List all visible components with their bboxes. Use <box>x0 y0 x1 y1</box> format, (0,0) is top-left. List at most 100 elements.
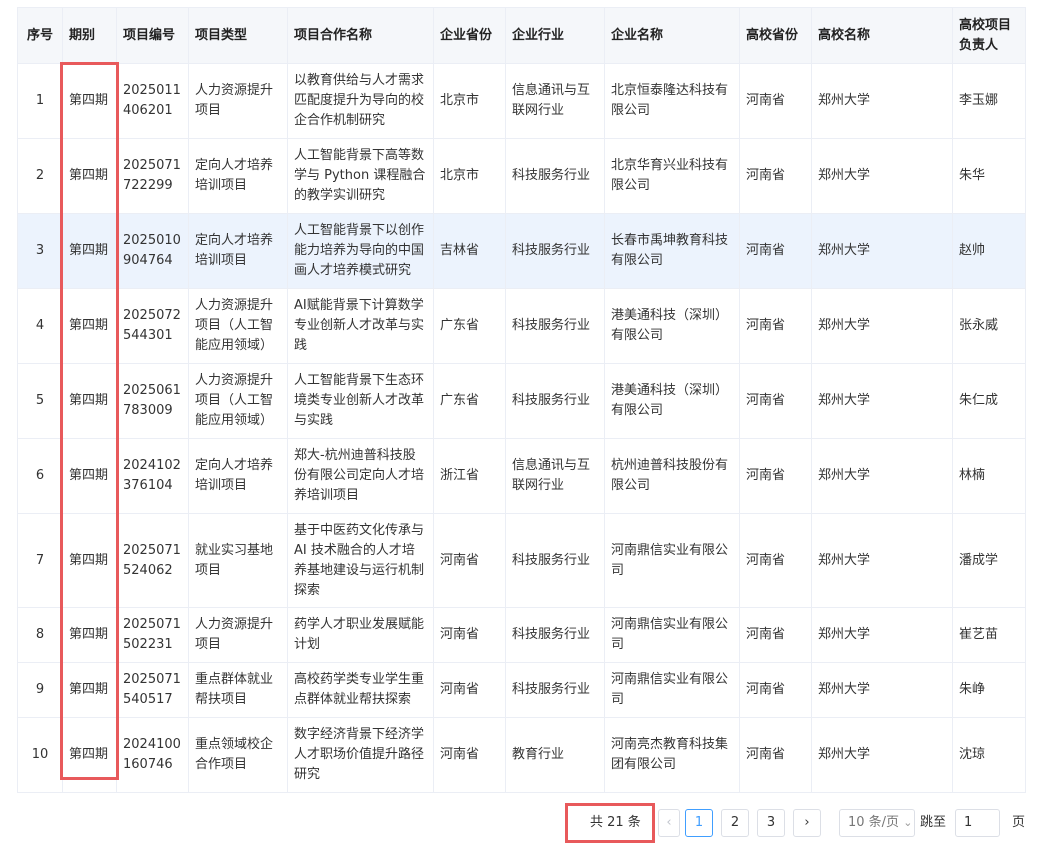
cell-enterprise-industry: 科技服务行业 <box>505 363 605 439</box>
cell-project-code: 2025010904764 <box>116 213 189 289</box>
header-code[interactable]: 项目编号 <box>116 7 189 64</box>
table-row[interactable]: 7 第四期 2025071524062 就业实习基地项目 基于中医药文化传承与 AI 技… <box>17 513 1026 608</box>
cell-project-lead: 朱仁成 <box>952 363 1026 439</box>
prev-page-button[interactable]: ‹ <box>658 809 680 837</box>
cell-project-type: 定向人才培养培训项目 <box>188 438 288 514</box>
cell-no: 6 <box>17 438 63 514</box>
cell-university-province: 河南省 <box>739 138 812 214</box>
cell-university-province: 河南省 <box>739 438 812 514</box>
cell-no: 5 <box>17 363 63 439</box>
jump-page-input[interactable]: 1 <box>955 809 1000 837</box>
pagination: 共 21 条 ‹ 1 2 3 › 10 条/页 ⌄ 跳至 1 页 <box>0 803 1045 843</box>
cell-enterprise-province: 浙江省 <box>433 438 506 514</box>
cell-university-province: 河南省 <box>739 288 812 364</box>
cell-project-code: 2025072544301 <box>116 288 189 364</box>
cell-enterprise-name: 杭州迪普科技股份有限公司 <box>604 438 740 514</box>
page-2-button[interactable]: 2 <box>721 809 749 837</box>
cell-project-lead: 张永威 <box>952 288 1026 364</box>
cell-university-name: 郑州大学 <box>811 438 953 514</box>
cell-enterprise-province: 吉林省 <box>433 213 506 289</box>
cell-project-lead: 潘成学 <box>952 513 1026 608</box>
cell-enterprise-province: 河南省 <box>433 717 506 793</box>
table-row[interactable]: 4 第四期 2025072544301 人力资源提升项目（人工智能应用领域） AI赋能背… <box>17 288 1026 364</box>
cell-no: 4 <box>17 288 63 364</box>
cell-university-province: 河南省 <box>739 213 812 289</box>
cell-enterprise-name: 河南鼎信实业有限公司 <box>604 607 740 663</box>
table-row[interactable]: 1 第四期 2025011406201 人力资源提升项目 以教育供给与人才需求匹配度提升… <box>17 63 1026 139</box>
cell-project-lead: 朱华 <box>952 138 1026 214</box>
header-university-province[interactable]: 高校省份 <box>739 7 812 64</box>
cell-university-name: 郑州大学 <box>811 363 953 439</box>
table-header-row: 序号 期别 项目编号 项目类型 项目合作名称 企业省份 企业行业 企业名称 高校… <box>17 7 1026 64</box>
next-page-button[interactable]: › <box>793 809 821 837</box>
cell-enterprise-province: 河南省 <box>433 607 506 663</box>
header-period[interactable]: 期别 <box>62 7 117 64</box>
table-row[interactable]: 3 第四期 2025010904764 定向人才培养培训项目 人工智能背景下以创作能力培… <box>17 213 1026 289</box>
cell-no: 7 <box>17 513 63 608</box>
table-row[interactable]: 6 第四期 2024102376104 定向人才培养培训项目 郑大-杭州迪普科技股份有限… <box>17 438 1026 514</box>
cell-no: 8 <box>17 607 63 663</box>
cell-period: 第四期 <box>62 138 117 214</box>
cell-no: 2 <box>17 138 63 214</box>
cell-project-name: 基于中医药文化传承与 AI 技术融合的人才培养基地建设与运行机制 探索 <box>287 513 434 608</box>
cell-enterprise-industry: 科技服务行业 <box>505 213 605 289</box>
cell-enterprise-name: 河南鼎信实业有限公司 <box>604 513 740 608</box>
cell-period: 第四期 <box>62 63 117 139</box>
table-row[interactable]: 2 第四期 2025071722299 定向人才培养培训项目 人工智能背景下高等数学与 … <box>17 138 1026 214</box>
cell-project-code: 2025071502231 <box>116 607 189 663</box>
header-project-lead[interactable]: 高校项目负责人 <box>952 7 1026 64</box>
cell-project-name: 高校药学类专业学生重点群体就业帮扶探索 <box>287 662 434 718</box>
cell-enterprise-name: 港美通科技（深圳）有限公司 <box>604 363 740 439</box>
jump-suffix: 页 <box>1012 815 1026 830</box>
table-row[interactable]: 10 第四期 2024100160746 重点领域校企合作项目 数字经济背景下经济学人才… <box>17 717 1026 793</box>
cell-project-name: 数字经济背景下经济学人才职场价值提升路径研究 <box>287 717 434 793</box>
cell-university-province: 河南省 <box>739 63 812 139</box>
cell-university-province: 河南省 <box>739 662 812 718</box>
cell-university-name: 郑州大学 <box>811 662 953 718</box>
project-table: 序号 期别 项目编号 项目类型 项目合作名称 企业省份 企业行业 企业名称 高校… <box>17 7 1026 793</box>
cell-project-type: 人力资源提升项目（人工智能应用领域） <box>188 363 288 439</box>
header-enterprise-province[interactable]: 企业省份 <box>433 7 506 64</box>
page-1-button[interactable]: 1 <box>685 809 713 837</box>
cell-no: 9 <box>17 662 63 718</box>
cell-project-code: 2025061783009 <box>116 363 189 439</box>
cell-university-name: 郑州大学 <box>811 213 953 289</box>
table-row[interactable]: 9 第四期 2025071540517 重点群体就业帮扶项目 高校药学类专业学生重点群体… <box>17 662 1026 718</box>
cell-project-code: 2025011406201 <box>116 63 189 139</box>
jump-label: 跳至 <box>920 815 947 830</box>
cell-project-type: 定向人才培养培训项目 <box>188 213 288 289</box>
header-no[interactable]: 序号 <box>17 7 63 64</box>
cell-project-code: 2024100160746 <box>116 717 189 793</box>
cell-project-code: 2025071540517 <box>116 662 189 718</box>
cell-enterprise-name: 港美通科技（深圳）有限公司 <box>604 288 740 364</box>
cell-period: 第四期 <box>62 662 117 718</box>
cell-enterprise-name: 河南亮杰教育科技集团有限公司 <box>604 717 740 793</box>
cell-no: 10 <box>17 717 63 793</box>
cell-project-lead: 林楠 <box>952 438 1026 514</box>
cell-university-province: 河南省 <box>739 513 812 608</box>
header-enterprise-industry[interactable]: 企业行业 <box>505 7 605 64</box>
page-size-select[interactable]: 10 条/页 ⌄ <box>839 809 915 837</box>
header-enterprise-name[interactable]: 企业名称 <box>604 7 740 64</box>
cell-enterprise-industry: 科技服务行业 <box>505 288 605 364</box>
cell-period: 第四期 <box>62 717 117 793</box>
table-wrapper: 序号 期别 项目编号 项目类型 项目合作名称 企业省份 企业行业 企业名称 高校… <box>17 7 1026 793</box>
cell-period: 第四期 <box>62 363 117 439</box>
page-3-button[interactable]: 3 <box>757 809 785 837</box>
cell-enterprise-industry: 科技服务行业 <box>505 513 605 608</box>
cell-project-code: 2025071524062 <box>116 513 189 608</box>
cell-project-type: 人力资源提升项目 <box>188 607 288 663</box>
table-row[interactable]: 8 第四期 2025071502231 人力资源提升项目 药学人才职业发展赋能计划 河南省… <box>17 607 1026 663</box>
cell-project-code: 2024102376104 <box>116 438 189 514</box>
header-project-name[interactable]: 项目合作名称 <box>287 7 434 64</box>
cell-enterprise-industry: 教育行业 <box>505 717 605 793</box>
cell-project-lead: 李玉娜 <box>952 63 1026 139</box>
table-row[interactable]: 5 第四期 2025061783009 人力资源提升项目（人工智能应用领域） 人工智能背… <box>17 363 1026 439</box>
cell-enterprise-province: 河南省 <box>433 662 506 718</box>
cell-university-name: 郑州大学 <box>811 138 953 214</box>
header-type[interactable]: 项目类型 <box>188 7 288 64</box>
cell-no: 3 <box>17 213 63 289</box>
cell-period: 第四期 <box>62 288 117 364</box>
cell-enterprise-province: 北京市 <box>433 63 506 139</box>
header-university-name[interactable]: 高校名称 <box>811 7 953 64</box>
